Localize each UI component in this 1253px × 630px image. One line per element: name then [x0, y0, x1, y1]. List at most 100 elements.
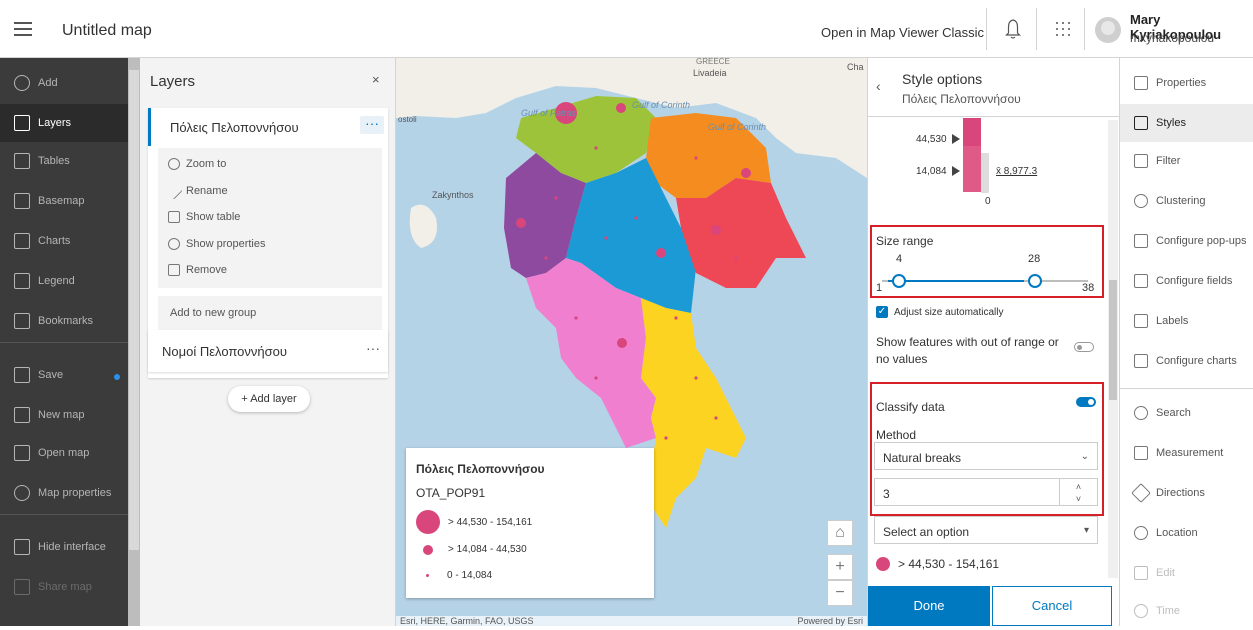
nav-charts[interactable]: Charts	[0, 222, 128, 260]
nav-share-map[interactable]: Share map	[0, 568, 128, 606]
more-options-button[interactable]: ···	[366, 340, 380, 356]
map-title[interactable]: Untitled map	[62, 22, 152, 40]
home-button[interactable]: ⌂	[827, 520, 853, 546]
add-layer-button[interactable]: + Add layer	[228, 386, 310, 412]
nav-edit[interactable]: Edit	[1120, 554, 1253, 592]
handle-icon[interactable]	[952, 134, 960, 144]
avatar[interactable]	[1095, 17, 1121, 43]
map-legend: Πόλεις Πελοποννήσου OTA_POP91 > 44,530 -…	[406, 448, 654, 598]
nav-label: Clustering	[1156, 195, 1206, 207]
app-launcher-icon[interactable]	[1056, 22, 1070, 36]
zoom-out-button[interactable]: −	[827, 580, 853, 606]
zoom-icon	[168, 158, 180, 170]
map-label-livadeia: Livadeia	[693, 68, 727, 78]
nav-layers[interactable]: Layers	[0, 104, 128, 142]
layer-actions-menu: Zoom to Rename Show table Show propertie…	[158, 148, 382, 288]
nav-time[interactable]: Time	[1120, 592, 1253, 630]
nav-map-properties[interactable]: Map properties	[0, 474, 128, 512]
number-stepper[interactable]: ˄ ˅	[1059, 479, 1097, 505]
map-view[interactable]: GREECE Livadeia Gulf of Patras Gulf of C…	[396, 58, 867, 626]
show-properties-action[interactable]: Show properties	[168, 238, 266, 250]
nav-add[interactable]: Add	[0, 64, 128, 102]
open-classic-link[interactable]: Open in Map Viewer Classic	[821, 25, 984, 40]
city-symbol-small	[674, 316, 678, 320]
cancel-button[interactable]: Cancel	[992, 586, 1112, 626]
nav-configure-fields[interactable]: Configure fields	[1120, 262, 1253, 300]
rename-action[interactable]: Rename	[165, 182, 228, 200]
class-row[interactable]: > 44,530 - 154,161	[876, 557, 999, 571]
nav-bookmarks[interactable]: Bookmarks	[0, 302, 128, 340]
symbol-select[interactable]: Select an option ▾	[874, 516, 1098, 544]
handle-icon[interactable]	[952, 166, 960, 176]
nav-label: Measurement	[1156, 447, 1224, 459]
scrollbar-thumb[interactable]	[1109, 280, 1117, 400]
nav-tables[interactable]: Tables	[0, 142, 128, 180]
out-of-range-toggle[interactable]	[1074, 342, 1094, 352]
action-label: Rename	[186, 185, 228, 197]
layer-card-prefectures[interactable]: Νομοί Πελοποννήσου ···	[148, 330, 388, 372]
zoom-in-button[interactable]: +	[827, 554, 853, 580]
nav-hide-interface[interactable]: Hide interface	[0, 528, 128, 566]
nav-labels[interactable]: Labels	[1120, 302, 1253, 340]
classes-input[interactable]: 3 ˄ ˅	[874, 478, 1098, 506]
user-login[interactable]: mkyriakopoulou	[1130, 31, 1214, 45]
chart-icon	[14, 233, 30, 249]
add-to-new-group[interactable]: Add to new group	[158, 296, 382, 332]
nav-label: Labels	[1156, 315, 1189, 327]
layer-name[interactable]: Πόλεις Πελοποννήσου	[170, 120, 299, 135]
legend-row: 0 - 14,084	[416, 570, 492, 581]
more-options-button[interactable]: ···	[360, 116, 384, 134]
clock-icon	[1134, 604, 1148, 618]
back-chevron-icon[interactable]: ‹	[876, 78, 881, 94]
powered-by[interactable]: Powered by Esri	[797, 616, 863, 626]
scrollbar-thumb[interactable]	[129, 70, 139, 550]
nav-directions[interactable]: Directions	[1120, 474, 1253, 512]
remove-action[interactable]: Remove	[168, 264, 227, 276]
nav-label: Filter	[1156, 155, 1181, 167]
panel-scrollbar[interactable]	[1108, 120, 1118, 578]
location-icon	[1134, 526, 1148, 540]
done-button[interactable]: Done	[868, 586, 990, 626]
size-min-handle[interactable]	[892, 274, 906, 288]
zoom-to-action[interactable]: Zoom to	[168, 158, 226, 170]
map-label-zakynthos: Zakynthos	[432, 190, 474, 200]
method-select[interactable]: Natural breaks ⌄	[874, 442, 1098, 470]
styles-icon	[1134, 116, 1148, 130]
nav-new-map[interactable]: New map	[0, 396, 128, 434]
class-symbol	[876, 557, 890, 571]
nav-open-map[interactable]: Open map	[0, 434, 128, 472]
search-icon	[1134, 406, 1148, 420]
nav-configure-charts[interactable]: Configure charts	[1120, 342, 1253, 380]
city-symbol-medium	[741, 168, 751, 178]
nav-scrollbar[interactable]	[128, 58, 140, 626]
layer-name[interactable]: Νομοί Πελοποννήσου	[162, 344, 287, 359]
nav-legend[interactable]: Legend	[0, 262, 128, 300]
nav-save[interactable]: Save	[0, 356, 128, 394]
legend-label: 0 - 14,084	[447, 570, 493, 581]
close-icon[interactable]: ×	[372, 72, 380, 87]
nav-label: Save	[38, 369, 64, 381]
nav-divider	[0, 342, 128, 343]
panel-subtitle: Πόλεις Πελοποννήσου	[902, 92, 1021, 106]
nav-filter[interactable]: Filter	[1120, 142, 1253, 180]
size-max-handle[interactable]	[1028, 274, 1042, 288]
city-symbol-medium	[656, 248, 666, 258]
menu-icon[interactable]	[14, 22, 32, 36]
style-options-panel: ‹ Style options Πόλεις Πελοποννήσου 44,5…	[867, 58, 1120, 626]
city-symbol-small	[694, 156, 698, 160]
nav-configure-popups[interactable]: Configure pop-ups	[1120, 222, 1253, 260]
nav-clustering[interactable]: Clustering	[1120, 182, 1253, 220]
nav-properties[interactable]: Properties	[1120, 64, 1253, 102]
nav-styles[interactable]: Styles	[1120, 104, 1253, 142]
legend-field: OTA_POP91	[416, 486, 486, 500]
nav-basemap[interactable]: Basemap	[0, 182, 128, 220]
nav-label: Search	[1156, 407, 1191, 419]
adjust-size-checkbox[interactable]: ✓	[876, 306, 888, 318]
nav-search[interactable]: Search	[1120, 394, 1253, 432]
show-table-action[interactable]: Show table	[168, 211, 240, 223]
notification-bell-icon[interactable]	[1005, 18, 1021, 40]
nav-measurement[interactable]: Measurement	[1120, 434, 1253, 472]
pencil-icon	[165, 182, 183, 200]
classify-data-toggle[interactable]	[1076, 397, 1096, 407]
nav-location[interactable]: Location	[1120, 514, 1253, 552]
